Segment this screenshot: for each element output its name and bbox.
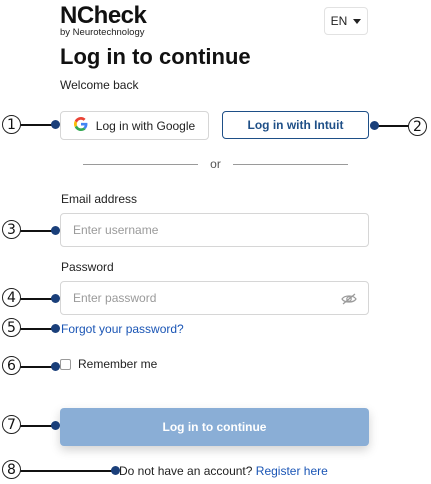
annotation-7-dot <box>51 421 60 430</box>
page-title: Log in to continue <box>60 44 251 69</box>
annotation-2-dot <box>370 121 379 130</box>
remember-me-label: Remember me <box>78 357 158 371</box>
register-link[interactable]: Register here <box>256 464 328 478</box>
annotation-1-marker: 1 <box>2 115 21 134</box>
annotation-2-line <box>374 125 410 127</box>
annotation-8-marker: 8 <box>2 460 21 479</box>
language-selected: EN <box>330 14 348 28</box>
annotation-5-marker: 5 <box>2 318 21 337</box>
annotation-2-marker: 2 <box>408 117 427 136</box>
language-dropdown[interactable]: EN <box>324 7 368 35</box>
remember-me-checkbox[interactable] <box>60 359 71 370</box>
password-field[interactable] <box>60 281 369 315</box>
annotation-5-dot <box>51 324 60 333</box>
chevron-down-icon <box>353 18 362 24</box>
annotation-4-marker: 4 <box>2 288 21 307</box>
google-icon <box>73 116 88 135</box>
annotation-3-dot <box>51 226 60 235</box>
annotation-6-marker: 6 <box>2 356 21 375</box>
google-login-button[interactable]: Log in with Google <box>60 111 209 140</box>
google-login-label: Log in with Google <box>95 118 196 133</box>
login-submit-label: Log in to continue <box>162 420 267 434</box>
register-prompt: Do not have an account? Register here <box>119 464 328 478</box>
login-submit-button[interactable]: Log in to continue <box>60 408 369 446</box>
annotation-3-marker: 3 <box>2 220 21 239</box>
password-label: Password <box>61 260 114 274</box>
email-field[interactable] <box>60 213 369 247</box>
annotation-6-dot <box>51 362 60 371</box>
logo-tagline: by Neurotechnology <box>60 27 145 38</box>
annotation-8-dot <box>111 466 120 475</box>
logo-wordmark: NCheck <box>60 2 147 29</box>
annotation-4-dot <box>51 294 60 303</box>
app-logo: NCheck by Neurotechnology <box>60 2 147 38</box>
welcome-text: Welcome back <box>60 78 139 92</box>
or-divider: or <box>83 157 348 172</box>
email-label: Email address <box>61 192 138 206</box>
divider-line-right <box>233 164 348 165</box>
intuit-login-label: Log in with Intuit <box>247 118 344 132</box>
annotation-1-dot <box>51 120 60 129</box>
forgot-password-link[interactable]: Forgot your password? <box>61 322 184 336</box>
eye-slash-icon[interactable] <box>341 292 357 305</box>
annotation-8-line <box>20 470 116 472</box>
annotation-7-marker: 7 <box>2 415 21 434</box>
register-prompt-text: Do not have an account? <box>119 464 253 478</box>
intuit-login-button[interactable]: Log in with Intuit <box>222 111 369 139</box>
